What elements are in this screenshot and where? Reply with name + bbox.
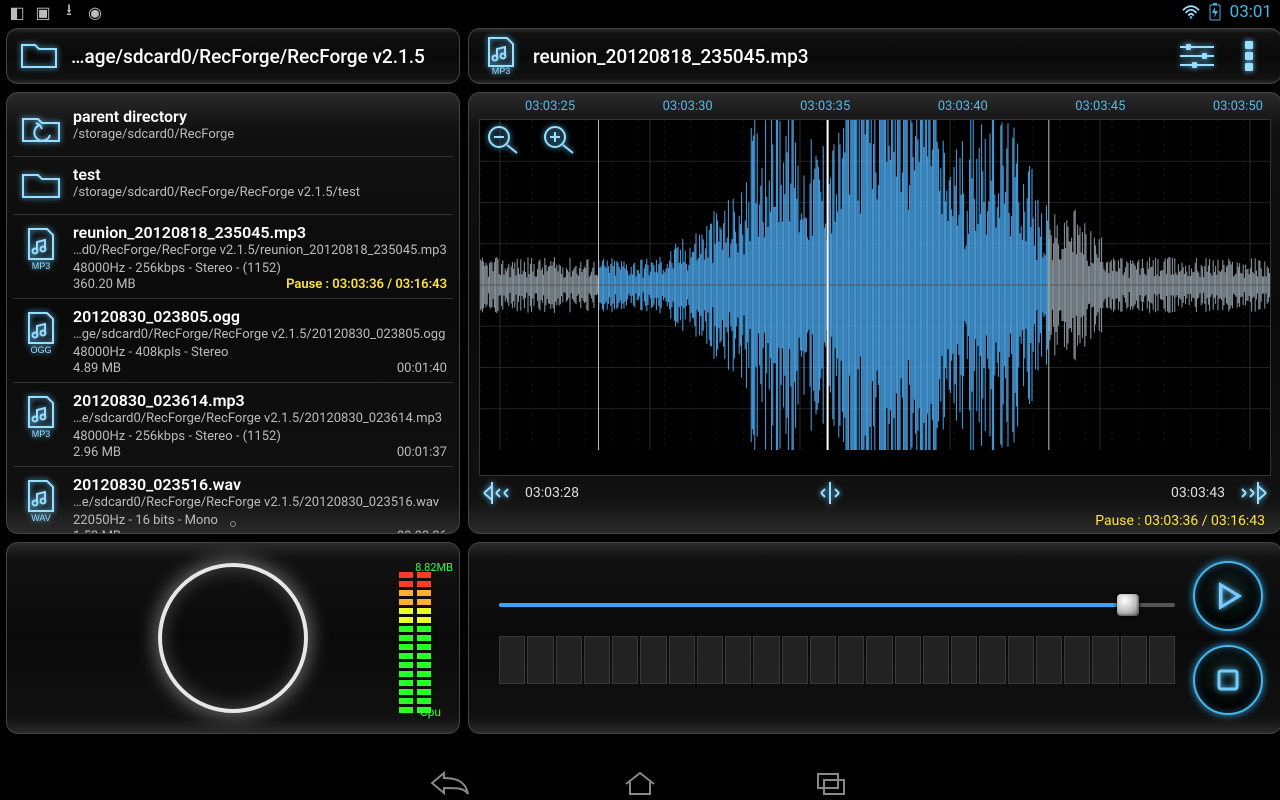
seek-bar[interactable] xyxy=(499,592,1175,618)
meter-panel: 8.82MB Cpu xyxy=(6,542,460,734)
file-ext: OGG xyxy=(30,345,51,355)
tick: 03:03:25 xyxy=(525,99,575,117)
stop-button[interactable] xyxy=(1193,645,1263,715)
tick: 03:03:30 xyxy=(663,99,713,117)
file-path: …d0/RecForge/RecForge v2.1.5/reunion_201… xyxy=(73,242,447,260)
folder-up-icon xyxy=(19,107,63,147)
equalizer-button[interactable] xyxy=(1177,36,1217,76)
file-ext: WAV xyxy=(31,513,51,523)
waveform-display[interactable] xyxy=(479,119,1271,476)
file-meta: 48000Hz - 408kpls - Stereo xyxy=(73,344,447,362)
file-name: 20120830_023614.mp3 xyxy=(73,391,447,410)
browser-path-bar[interactable]: …age/sdcard0/RecForge/RecForge v2.1.5 xyxy=(6,28,460,84)
android-nav-bar xyxy=(0,768,1280,798)
file-size: 1.53 MB xyxy=(73,529,121,534)
audio-file-item[interactable]: OGG 20120830_023805.ogg …ge/sdcard0/RecF… xyxy=(13,299,453,383)
svg-text:MP3: MP3 xyxy=(492,66,511,76)
marker-right-button[interactable] xyxy=(1235,476,1269,510)
scroll-indicator xyxy=(230,521,236,527)
audio-file-item[interactable]: MP3 20120830_023614.mp3 …e/sdcard0/RecFo… xyxy=(13,383,453,467)
battery-charging-icon xyxy=(1206,3,1224,21)
recent-apps-button[interactable] xyxy=(810,770,850,796)
file-browser: parent directory /storage/sdcard0/RecFor… xyxy=(6,92,460,534)
seek-thumb[interactable] xyxy=(1117,594,1139,616)
menu-button[interactable] xyxy=(1229,36,1269,76)
file-size: 2.96 MB xyxy=(73,445,121,460)
current-path: …age/sdcard0/RecForge/RecForge v2.1.5 xyxy=(71,45,425,68)
file-duration: 00:00:36 xyxy=(397,529,447,534)
zoom-out-button[interactable] xyxy=(485,123,521,159)
file-size: 4.89 MB xyxy=(73,361,121,376)
tick: 03:03:50 xyxy=(1213,99,1263,117)
item-title: parent directory xyxy=(73,107,447,126)
marker-left-button[interactable] xyxy=(481,476,515,510)
file-path: …e/sdcard0/RecForge/RecForge v2.1.5/2012… xyxy=(73,494,447,512)
vu-meter-right xyxy=(417,565,431,713)
clock: 03:01 xyxy=(1230,2,1272,22)
file-ext: MP3 xyxy=(32,261,51,271)
playback-status: Pause : 03:03:36 / 03:16:43 xyxy=(479,510,1271,529)
marker-left-time: 03:03:28 xyxy=(525,485,579,501)
segment-bar[interactable] xyxy=(499,636,1175,684)
file-path: …e/sdcard0/RecForge/RecForge v2.1.5/2012… xyxy=(73,410,447,428)
file-ext: MP3 xyxy=(32,429,51,439)
marker-center-button[interactable] xyxy=(813,476,847,510)
folder-icon xyxy=(19,165,63,203)
item-path: /storage/sdcard0/RecForge xyxy=(73,126,447,144)
file-duration: 00:01:40 xyxy=(397,361,447,376)
status-icon-generic: ◧ xyxy=(8,3,26,21)
parent-directory-item[interactable]: parent directory /storage/sdcard0/RecFor… xyxy=(13,99,453,157)
file-meta: 48000Hz - 256kbps - Stereo - (1152) xyxy=(73,260,447,278)
status-icon-download: ⭳ xyxy=(60,3,78,21)
back-button[interactable] xyxy=(430,770,470,796)
cpu-label: Cpu xyxy=(420,705,441,719)
item-path: /storage/sdcard0/RecForge/RecForge v2.1.… xyxy=(73,184,447,202)
item-title: test xyxy=(73,165,447,184)
file-duration: 00:01:37 xyxy=(397,445,447,460)
audio-file-icon: OGG xyxy=(19,307,63,355)
tick: 03:03:45 xyxy=(1075,99,1125,117)
file-name: 20120830_023516.wav xyxy=(73,475,447,494)
status-icon-file: ▣ xyxy=(34,3,52,21)
transport-panel xyxy=(468,542,1280,734)
zoom-in-button[interactable] xyxy=(541,123,577,159)
file-name: 20120830_023805.ogg xyxy=(73,307,447,326)
status-icon-android: ◉ xyxy=(86,3,104,21)
record-button[interactable] xyxy=(158,563,308,713)
waveform-panel: 03:03:25 03:03:30 03:03:35 03:03:40 03:0… xyxy=(468,92,1280,534)
audio-file-icon: MP3 xyxy=(19,391,63,439)
file-name: reunion_20120818_235045.mp3 xyxy=(73,223,447,242)
mp3-file-icon: MP3 xyxy=(481,36,521,76)
file-size: 360.20 MB xyxy=(73,277,136,292)
file-meta: 48000Hz - 256kbps - Stereo - (1152) xyxy=(73,428,447,446)
folder-icon xyxy=(19,36,59,76)
audio-file-icon: MP3 xyxy=(19,223,63,271)
file-status: Pause : 03:03:36 / 03:16:43 xyxy=(286,277,447,292)
file-path: …ge/sdcard0/RecForge/RecForge v2.1.5/201… xyxy=(73,326,447,344)
tick: 03:03:35 xyxy=(800,99,850,117)
folder-item[interactable]: test /storage/sdcard0/RecForge/RecForge … xyxy=(13,157,453,215)
vu-meter-left xyxy=(399,565,413,713)
audio-file-item[interactable]: MP3 reunion_20120818_235045.mp3 …d0/RecF… xyxy=(13,215,453,299)
android-status-bar: ◧ ▣ ⭳ ◉ 03:01 xyxy=(0,0,1280,24)
audio-file-icon: WAV xyxy=(19,475,63,523)
current-file-name: reunion_20120818_235045.mp3 xyxy=(533,45,809,68)
wifi-icon xyxy=(1182,3,1200,21)
time-ruler: 03:03:25 03:03:30 03:03:35 03:03:40 03:0… xyxy=(479,97,1271,117)
player-title-bar: MP3 reunion_20120818_235045.mp3 xyxy=(468,28,1280,84)
marker-right-time: 03:03:43 xyxy=(1171,485,1225,501)
home-button[interactable] xyxy=(620,770,660,796)
tick: 03:03:40 xyxy=(938,99,988,117)
play-button[interactable] xyxy=(1193,561,1263,631)
file-meta: 22050Hz - 16 bits - Mono xyxy=(73,512,447,530)
